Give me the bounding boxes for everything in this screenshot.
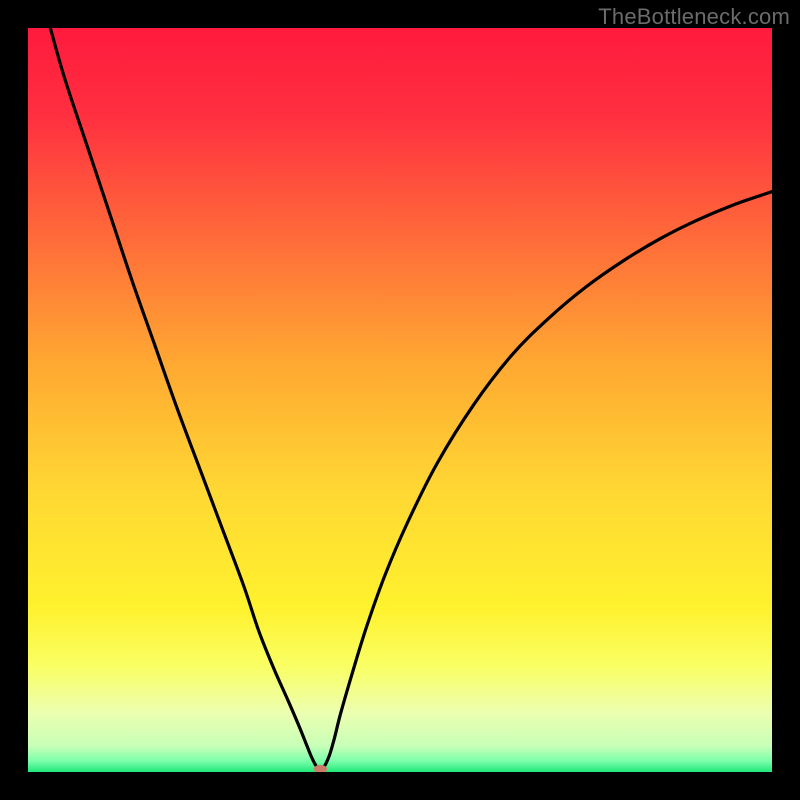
bottleneck-chart <box>28 28 772 772</box>
chart-frame <box>28 28 772 772</box>
gradient-background <box>28 28 772 772</box>
watermark-text: TheBottleneck.com <box>598 4 790 30</box>
